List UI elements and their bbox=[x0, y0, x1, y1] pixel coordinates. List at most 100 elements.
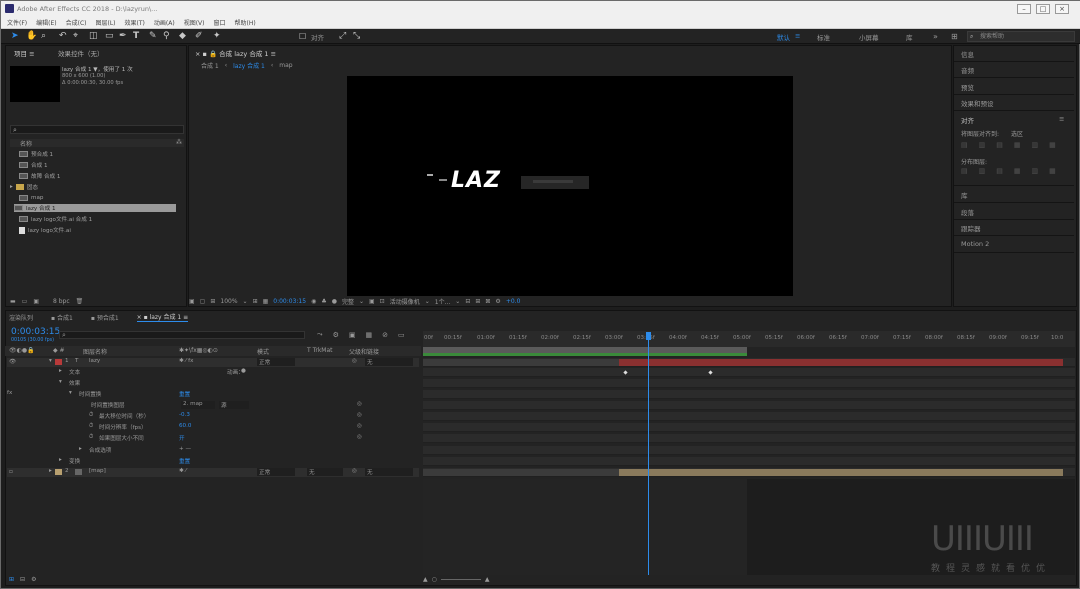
zoom-in-icon[interactable]: ▲ bbox=[485, 576, 490, 583]
workspace-menu-icon[interactable]: ≡ bbox=[795, 32, 800, 40]
breadcrumb-item[interactable]: 合成 1 bbox=[201, 61, 219, 70]
show-snapshot-icon[interactable]: ♣ bbox=[321, 298, 326, 305]
displacement-layer-select[interactable]: 2. map bbox=[181, 401, 215, 409]
zoom-track[interactable] bbox=[440, 579, 481, 580]
bpc-label[interactable]: 8 bpc bbox=[53, 298, 70, 305]
menu-edit[interactable]: 编辑(E) bbox=[36, 18, 56, 27]
snap-edges-icon[interactable]: ⤡ bbox=[353, 31, 360, 42]
expand-arrow-icon[interactable]: ▾ bbox=[49, 358, 52, 364]
delete-icon[interactable]: 🗑 bbox=[76, 298, 84, 305]
rotate-tool-icon[interactable]: ↶ bbox=[59, 31, 67, 42]
pick-whip-icon[interactable]: ◎ bbox=[352, 468, 357, 474]
property-row[interactable]: ⏱ 时间分辨率（fps） 60.0 ◎ bbox=[7, 423, 419, 432]
workspace-small-screen[interactable]: 小屏幕 bbox=[859, 32, 879, 42]
col-mode[interactable]: 模式 bbox=[257, 347, 269, 356]
tab-comp1[interactable]: ▪ 合成1 bbox=[51, 313, 73, 322]
clone-stamp-tool-icon[interactable]: ⚲ bbox=[163, 31, 170, 42]
menu-help[interactable]: 帮助(H) bbox=[235, 18, 256, 27]
menu-effect[interactable]: 效果(T) bbox=[125, 18, 145, 27]
workspace-standard[interactable]: 标准 bbox=[817, 32, 830, 42]
playhead-line[interactable] bbox=[648, 340, 649, 575]
panel-library[interactable]: 库 bbox=[961, 190, 968, 200]
effect-row[interactable]: fx ▾ 时间置换 重置 bbox=[7, 390, 419, 399]
label-icon[interactable]: ◆ # bbox=[53, 347, 65, 354]
tab-project[interactable]: 项目 ≡ bbox=[14, 48, 35, 58]
graph-editor-icon[interactable]: ▭ bbox=[398, 331, 405, 339]
distribute-top-icon[interactable]: ▤ bbox=[961, 167, 968, 175]
new-folder-icon[interactable]: ▭ bbox=[22, 298, 28, 305]
col-name-header[interactable]: 名称 bbox=[20, 139, 32, 148]
comp-flowchart-icon[interactable]: ⤳ bbox=[317, 330, 323, 339]
zoom-tool-icon[interactable]: ⌕ bbox=[41, 31, 46, 42]
workspace-library[interactable]: 库 bbox=[906, 32, 913, 42]
distribute-left-icon[interactable]: ▦ bbox=[1014, 167, 1021, 175]
flowchart-icon[interactable]: ⚙ bbox=[495, 298, 500, 305]
keyframe[interactable] bbox=[708, 370, 713, 375]
stopwatch-icon[interactable]: ⏱ bbox=[89, 434, 93, 441]
panel-align-title[interactable]: 对齐 bbox=[961, 115, 974, 125]
source-select[interactable]: 源 bbox=[219, 401, 249, 409]
col-parent[interactable]: 父级和链接 bbox=[349, 347, 379, 356]
roto-brush-tool-icon[interactable]: ✐ bbox=[195, 31, 203, 42]
panel-preview[interactable]: 预览 bbox=[961, 82, 974, 92]
toggle-pixel-icon[interactable]: ⊟ bbox=[465, 298, 470, 305]
align-bottom-icon[interactable]: ▦ bbox=[1049, 141, 1056, 149]
property-row[interactable]: ▾ 效果 bbox=[7, 379, 419, 388]
brush-tool-icon[interactable]: ✎ bbox=[149, 31, 157, 42]
menu-file[interactable]: 文件(F) bbox=[7, 18, 27, 27]
current-timecode[interactable]: 0:00:03:15 bbox=[11, 327, 60, 337]
hand-tool-icon[interactable]: ✋ bbox=[26, 31, 37, 42]
snapshot-icon[interactable]: ◉ bbox=[311, 298, 316, 305]
expand-arrow-icon[interactable]: ▸ bbox=[79, 446, 82, 452]
list-item[interactable]: 故障 合成 1 bbox=[19, 172, 179, 180]
toggle-modes-icon[interactable]: ⊟ bbox=[20, 576, 25, 583]
align-menu-icon[interactable]: ≡ bbox=[1059, 115, 1064, 123]
playhead-handle[interactable] bbox=[646, 332, 651, 340]
col-layer-name[interactable]: 图层名称 bbox=[83, 347, 107, 356]
tab-lazy-comp1[interactable]: × ▪ lazy 合成 1 ≡ bbox=[136, 312, 189, 322]
zoom-out-icon[interactable]: ▲ bbox=[423, 576, 428, 583]
property-value[interactable]: 60.0 bbox=[179, 423, 191, 429]
align-left-icon[interactable]: ▤ bbox=[961, 141, 968, 149]
layer-bar[interactable] bbox=[619, 359, 1063, 366]
layer-switches-icon[interactable]: ✱ ⁄ bbox=[179, 468, 186, 474]
views-select[interactable]: 1个... bbox=[435, 297, 451, 306]
align-top-icon[interactable]: ▦ bbox=[1014, 141, 1021, 149]
comp-canvas[interactable]: LAZ bbox=[347, 76, 793, 296]
align-to-select[interactable]: 选区 bbox=[1011, 129, 1023, 138]
distribute-right-icon[interactable]: ▦ bbox=[1049, 167, 1056, 175]
guide-icon[interactable]: ⊞ bbox=[210, 298, 215, 305]
snap-options-icon[interactable]: ⤢ bbox=[339, 31, 346, 42]
layer-bar[interactable] bbox=[619, 469, 1063, 476]
breadcrumb-item[interactable]: lazy 合成 1 bbox=[233, 61, 265, 70]
toggle-switches-icon[interactable]: ⊞ bbox=[9, 576, 14, 583]
toggle-inout-icon[interactable]: ⚙ bbox=[31, 576, 36, 583]
transparency-icon[interactable]: ▦ bbox=[263, 298, 269, 305]
mode-select[interactable]: 正常 bbox=[257, 358, 295, 366]
property-value[interactable]: -0.3 bbox=[179, 412, 190, 418]
selection-tool-icon[interactable]: ➤ bbox=[11, 31, 19, 42]
layer-bar-inactive[interactable] bbox=[423, 469, 619, 476]
menu-layer[interactable]: 图层(L) bbox=[96, 18, 116, 27]
chevron-down-icon[interactable]: ⌄ bbox=[359, 298, 364, 305]
menu-composition[interactable]: 合成(C) bbox=[66, 18, 87, 27]
col-trkmat[interactable]: T TrkMat bbox=[307, 347, 333, 354]
list-item[interactable]: map bbox=[19, 194, 179, 202]
list-item[interactable]: lazy logo文件.ai 合成 1 bbox=[19, 215, 179, 223]
breadcrumb-item[interactable]: map bbox=[279, 62, 292, 69]
layer-row[interactable]: ▫ ▸ 2 [map] ✱ ⁄ 正常 无 ◎ 无 bbox=[7, 468, 419, 477]
type-tool-icon[interactable]: T bbox=[133, 31, 139, 42]
expression-icon[interactable]: ◎ bbox=[357, 401, 362, 407]
expand-arrow-icon[interactable]: ▸ bbox=[59, 457, 62, 463]
panel-effects-presets[interactable]: 效果和预设 bbox=[961, 98, 994, 108]
exposure-value[interactable]: +0.0 bbox=[506, 298, 521, 305]
motion-blur-icon[interactable]: ⊘ bbox=[382, 331, 388, 339]
pen-tool-icon[interactable]: ✒ bbox=[119, 31, 127, 42]
pan-behind-tool-icon[interactable]: ◫ bbox=[89, 31, 98, 42]
eye-off-icon[interactable]: ▫ bbox=[9, 469, 13, 475]
close-button[interactable]: × bbox=[1055, 4, 1069, 14]
expression-icon[interactable]: ◎ bbox=[357, 434, 362, 440]
fast-preview-icon[interactable]: ⊞ bbox=[475, 298, 480, 305]
property-row[interactable]: ▸ 变换 重置 bbox=[7, 457, 419, 466]
align-vcenter-icon[interactable]: ▥ bbox=[1032, 141, 1039, 149]
